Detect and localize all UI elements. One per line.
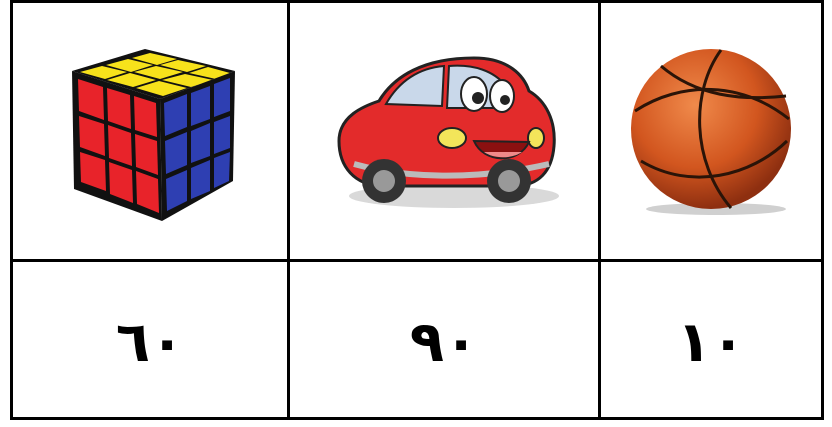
number-label: ٦٠: [115, 309, 185, 375]
number-cell-car: ٩٠: [290, 262, 601, 417]
number-cell-cube: ٦٠: [13, 262, 290, 417]
number-card-table: ٦٠ ٩٠ ١٠: [10, 0, 824, 420]
image-cell-ball: [601, 3, 821, 262]
number-cell-ball: ١٠: [601, 262, 821, 417]
image-cell-car: [290, 3, 601, 262]
number-label: ٩٠: [409, 309, 479, 375]
basketball-icon: [631, 49, 791, 215]
rubiks-cube-icon: [72, 49, 235, 221]
red-cartoon-car-icon: [337, 56, 559, 208]
number-label: ١٠: [676, 309, 746, 375]
image-cell-cube: [13, 3, 290, 262]
